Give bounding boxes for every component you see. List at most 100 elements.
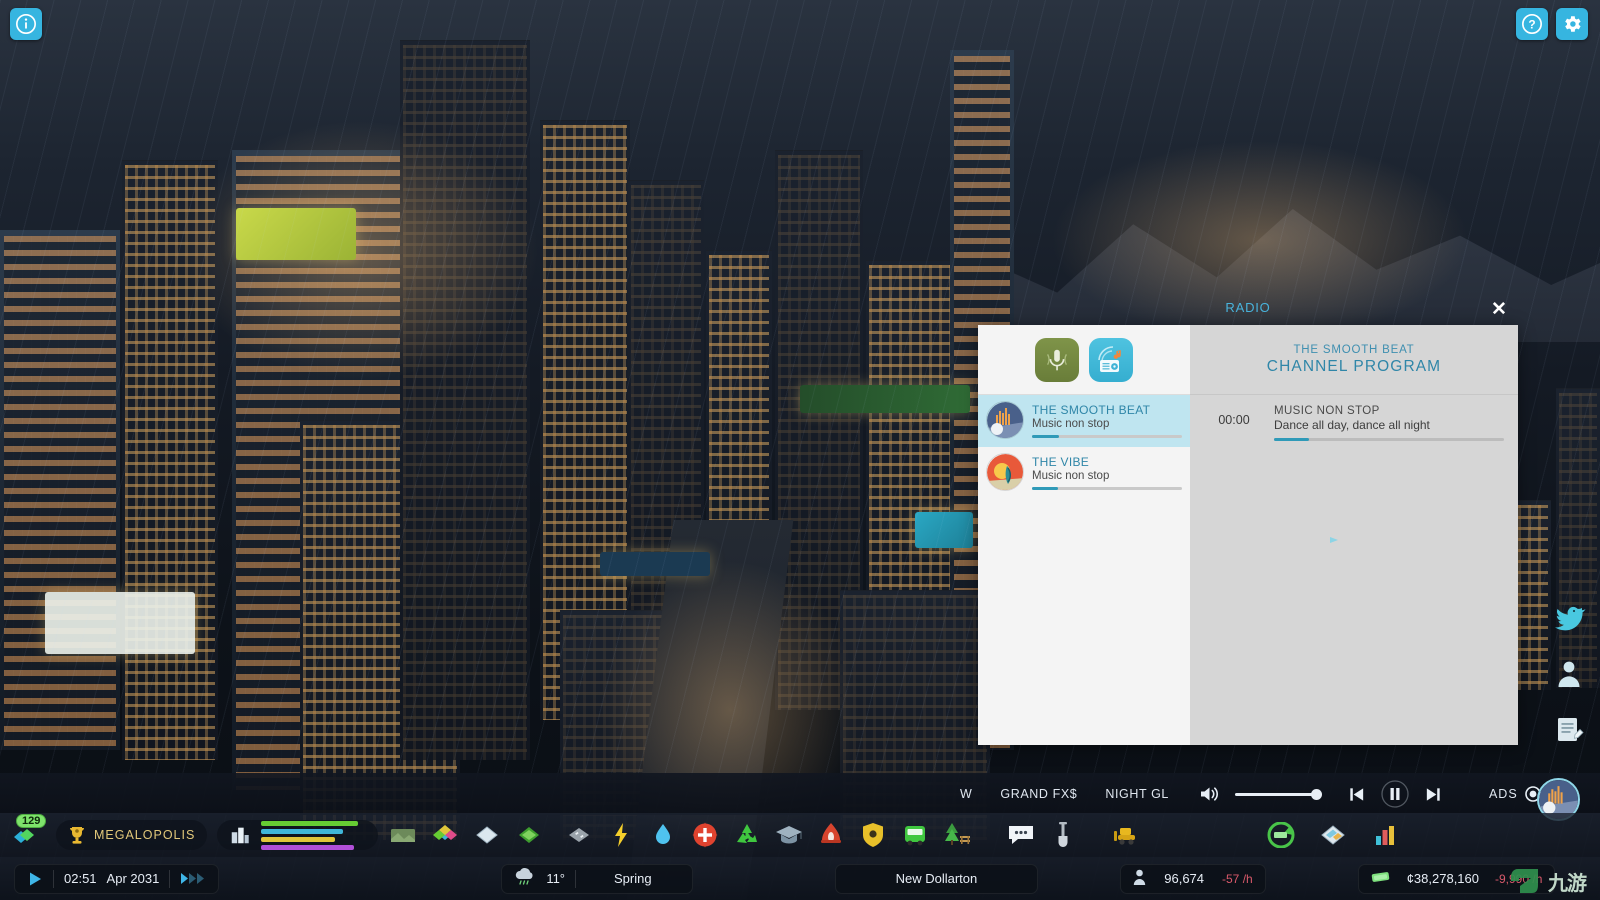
cash-glyph [1371,870,1391,884]
time-controls[interactable]: 02:51 Apr 2031 [14,864,219,894]
road-glyph [566,824,592,846]
next-icon[interactable] [1424,785,1443,804]
city-name-label: New Dollarton [896,871,978,886]
play-icon[interactable] [27,871,43,887]
district-icon[interactable] [472,820,502,850]
radio-channel-row[interactable]: THE SMOOTH BEAT Music non stop [978,395,1190,447]
roads-icon[interactable] [564,820,594,850]
money-amount: ¢38,278,160 [1407,871,1479,886]
police-badge-glyph [862,822,884,848]
channel-progress [1032,435,1182,438]
parks-icon[interactable] [942,820,972,850]
media-station-prefix: W [960,787,972,801]
ads-toggle[interactable]: ADS [1489,786,1541,802]
radio-music-icon[interactable] [1089,338,1133,382]
play-glyph [27,871,43,887]
info-glyph [15,13,37,35]
garbage-icon[interactable] [732,820,762,850]
media-player-bar: W GRAND FX$ NIGHT GL [0,773,1600,815]
unlock-badge[interactable]: 129 [8,820,46,850]
program-header: THE SMOOTH BEAT CHANNEL PROGRAM [1190,325,1518,395]
map-layers-glyph [1318,822,1348,848]
program-body: MUSIC NON STOP Dance all day, dance all … [1264,405,1504,441]
question-mark-glyph: ? [1521,13,1543,35]
close-icon[interactable]: ✕ [1491,300,1507,320]
terrain-glyph [390,824,416,846]
channel-avatar [986,401,1024,439]
zoning-icon[interactable] [430,820,460,850]
channel-text: THE VIBE Music non stop [1032,455,1182,490]
program-entry[interactable]: 00:00 MUSIC NON STOP Dance all day, danc… [1190,395,1518,441]
city-name[interactable]: New Dollarton [835,864,1039,894]
water-drop-glyph [653,822,673,848]
divider [575,870,576,888]
media-track-name: NIGHT GL [1105,787,1169,801]
demand-bars [261,821,366,850]
svg-text:?: ? [1528,18,1535,32]
economy-icon[interactable] [1266,820,1296,850]
bulldozer-icon[interactable] [1112,820,1142,850]
gear-icon[interactable] [1556,8,1588,40]
microphone-icon[interactable] [1035,338,1079,382]
water-icon[interactable] [648,820,678,850]
healthcare-icon[interactable] [690,820,720,850]
speaker-icon[interactable] [1199,785,1221,803]
tool-right-group [1266,820,1600,850]
bulldozer-glyph [1112,823,1142,847]
microphone-glyph [1042,345,1072,375]
smooth-beat-art [987,402,1024,439]
public-transport-icon[interactable] [900,820,930,850]
help-icon[interactable]: ? [1516,8,1548,40]
info-icon[interactable] [10,8,42,40]
policies-icon[interactable] [1552,712,1586,746]
demand-pill[interactable] [217,820,378,850]
district-glyph [474,823,500,847]
divider [53,870,54,888]
volume-knob[interactable] [1311,789,1322,800]
program-heading: CHANNEL PROGRAM [1267,358,1441,376]
fire-helmet-glyph [820,822,842,848]
bulldozer-terrain-icon[interactable] [388,820,418,850]
population-glyph [1133,869,1146,885]
bar-chart-glyph [1372,822,1398,848]
zoning-glyph [431,822,459,848]
radio-set-glyph [1095,344,1127,376]
electricity-icon[interactable] [606,820,636,850]
previous-glyph [1347,785,1366,804]
area-glyph [516,823,542,847]
recycle-glyph [734,822,760,848]
fire-department-icon[interactable] [816,820,846,850]
landscaping-icon[interactable] [1048,820,1078,850]
status-bar: 02:51 Apr 2031 11° Spring New Dollarton [0,857,1600,900]
police-icon[interactable] [858,820,888,850]
fast-forward-icon[interactable] [180,872,206,885]
watermark-text: 九游 [1548,867,1586,896]
milestone-pill[interactable]: MEGALOPOLIS [56,820,207,850]
channel-name: THE SMOOTH BEAT [1032,403,1182,417]
city-buildings-icon [229,824,251,846]
chirper-messages-icon[interactable] [1006,820,1036,850]
season: Spring [586,871,680,886]
population-count: 96,674 [1164,871,1204,886]
citizen-icon[interactable] [1552,656,1586,690]
education-icon[interactable] [774,820,804,850]
pause-icon[interactable] [1380,779,1410,809]
previous-icon[interactable] [1347,785,1366,804]
statistics-icon[interactable] [1370,820,1400,850]
area-icon[interactable] [514,820,544,850]
population-indicator[interactable]: 96,674 -57 /h [1120,864,1265,894]
radio-channel-row[interactable]: THE VIBE Music non stop [978,447,1190,499]
ads-label: ADS [1489,787,1518,801]
gear-glyph [1561,13,1583,35]
radio-category-tabs [978,325,1190,395]
rain-cloud-glyph [514,868,536,886]
radio-program-pane: THE SMOOTH BEAT CHANNEL PROGRAM 00:00 MU… [1190,325,1518,745]
weather-indicator[interactable]: 11° Spring [501,864,692,894]
program-station-name: THE SMOOTH BEAT [1293,344,1414,356]
city-info-icon[interactable] [1318,820,1348,850]
channel-progress [1032,487,1182,490]
divider [169,870,170,888]
chirper-icon[interactable] [1552,600,1586,634]
health-cross-glyph [692,822,718,848]
volume-slider[interactable] [1235,793,1319,796]
